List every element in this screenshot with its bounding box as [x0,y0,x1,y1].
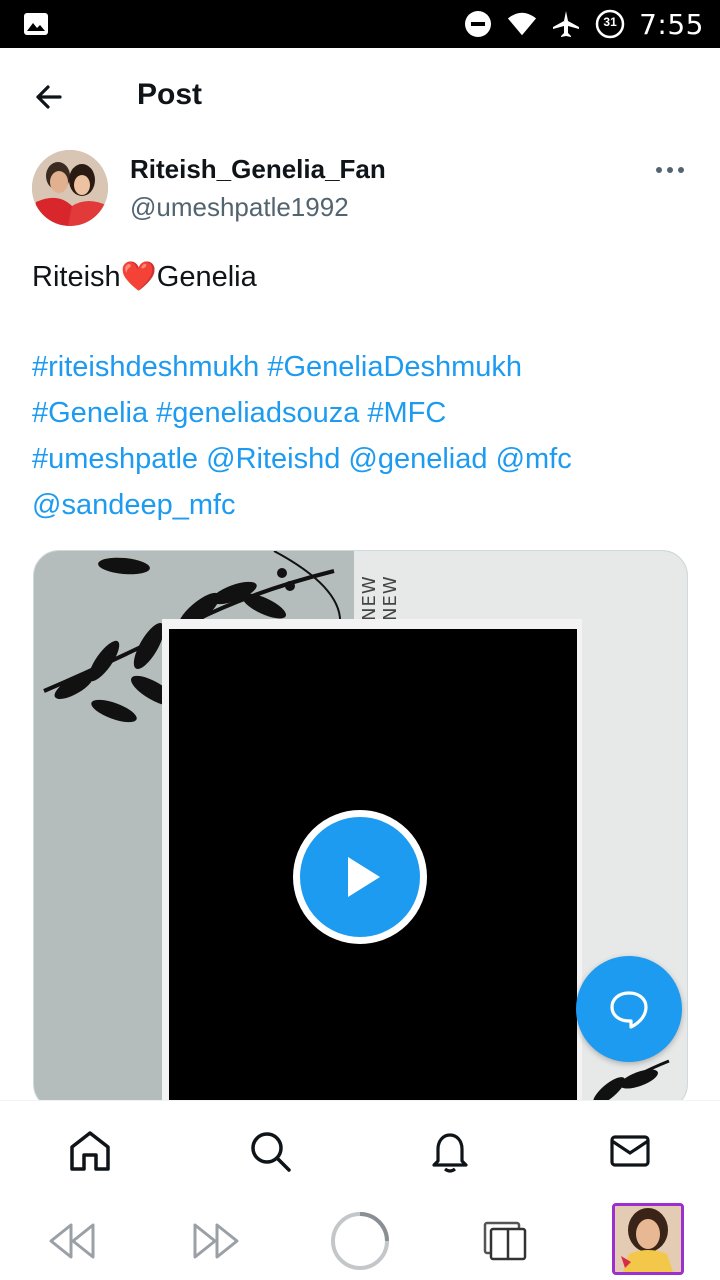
do-not-disturb-icon [463,9,493,39]
author-display-name[interactable]: Riteish_Genelia_Fan [130,154,386,185]
author-handle[interactable]: @umeshpatle1992 [130,192,349,223]
hashtag-link[interactable]: #riteishdeshmukh [32,351,259,383]
wifi-icon [507,9,537,39]
image-icon [22,10,50,38]
page-header: Post [0,48,720,146]
mention-link[interactable]: @sandeep_mfc [32,489,236,521]
clock: 7:55 [639,7,704,41]
hashtag-link[interactable]: #umeshpatle [32,443,198,475]
notifications-icon[interactable] [426,1127,474,1175]
rewind-icon[interactable] [36,1208,106,1274]
home-icon[interactable] [66,1127,114,1175]
media-overlay-text: NEW NEW [359,575,401,621]
messages-icon[interactable] [606,1127,654,1175]
post-text: Riteish❤️Genelia [32,254,692,300]
compose-reply-icon [610,991,648,1029]
battery-level: 31 [603,15,617,29]
compose-reply-button[interactable] [576,956,682,1062]
hashtag-link[interactable]: #Genelia [32,397,148,429]
mention-link[interactable]: @mfc [496,443,572,475]
hashtag-link[interactable]: #MFC [367,397,446,429]
post-text-part: Riteish [32,261,121,293]
loading-icon[interactable] [325,1208,395,1274]
fast-forward-icon[interactable] [182,1208,252,1274]
airplane-icon [551,9,581,39]
hashtag-link[interactable]: #geneliadsouza [156,397,359,429]
bottom-navigation [0,1100,720,1200]
tabs-icon[interactable] [470,1208,540,1274]
hashtags: #riteishdeshmukh #GeneliaDeshmukh #Genel… [32,344,692,528]
more-options-icon[interactable] [650,160,690,180]
heart-emoji: ❤️ [120,261,157,293]
play-icon[interactable] [293,810,427,944]
hashtag-link[interactable]: #GeneliaDeshmukh [267,351,522,383]
search-icon[interactable] [246,1127,294,1175]
status-bar: 31 7:55 [0,0,720,48]
mention-link[interactable]: @Riteishd [206,443,340,475]
post-text-part: Genelia [156,261,257,293]
tab-thumbnail[interactable] [612,1203,684,1275]
battery-icon: 31 [595,9,625,39]
page-title: Post [137,78,203,111]
back-arrow-icon[interactable] [30,78,68,116]
avatar[interactable] [32,150,108,226]
mention-link[interactable]: @geneliad [348,443,487,475]
